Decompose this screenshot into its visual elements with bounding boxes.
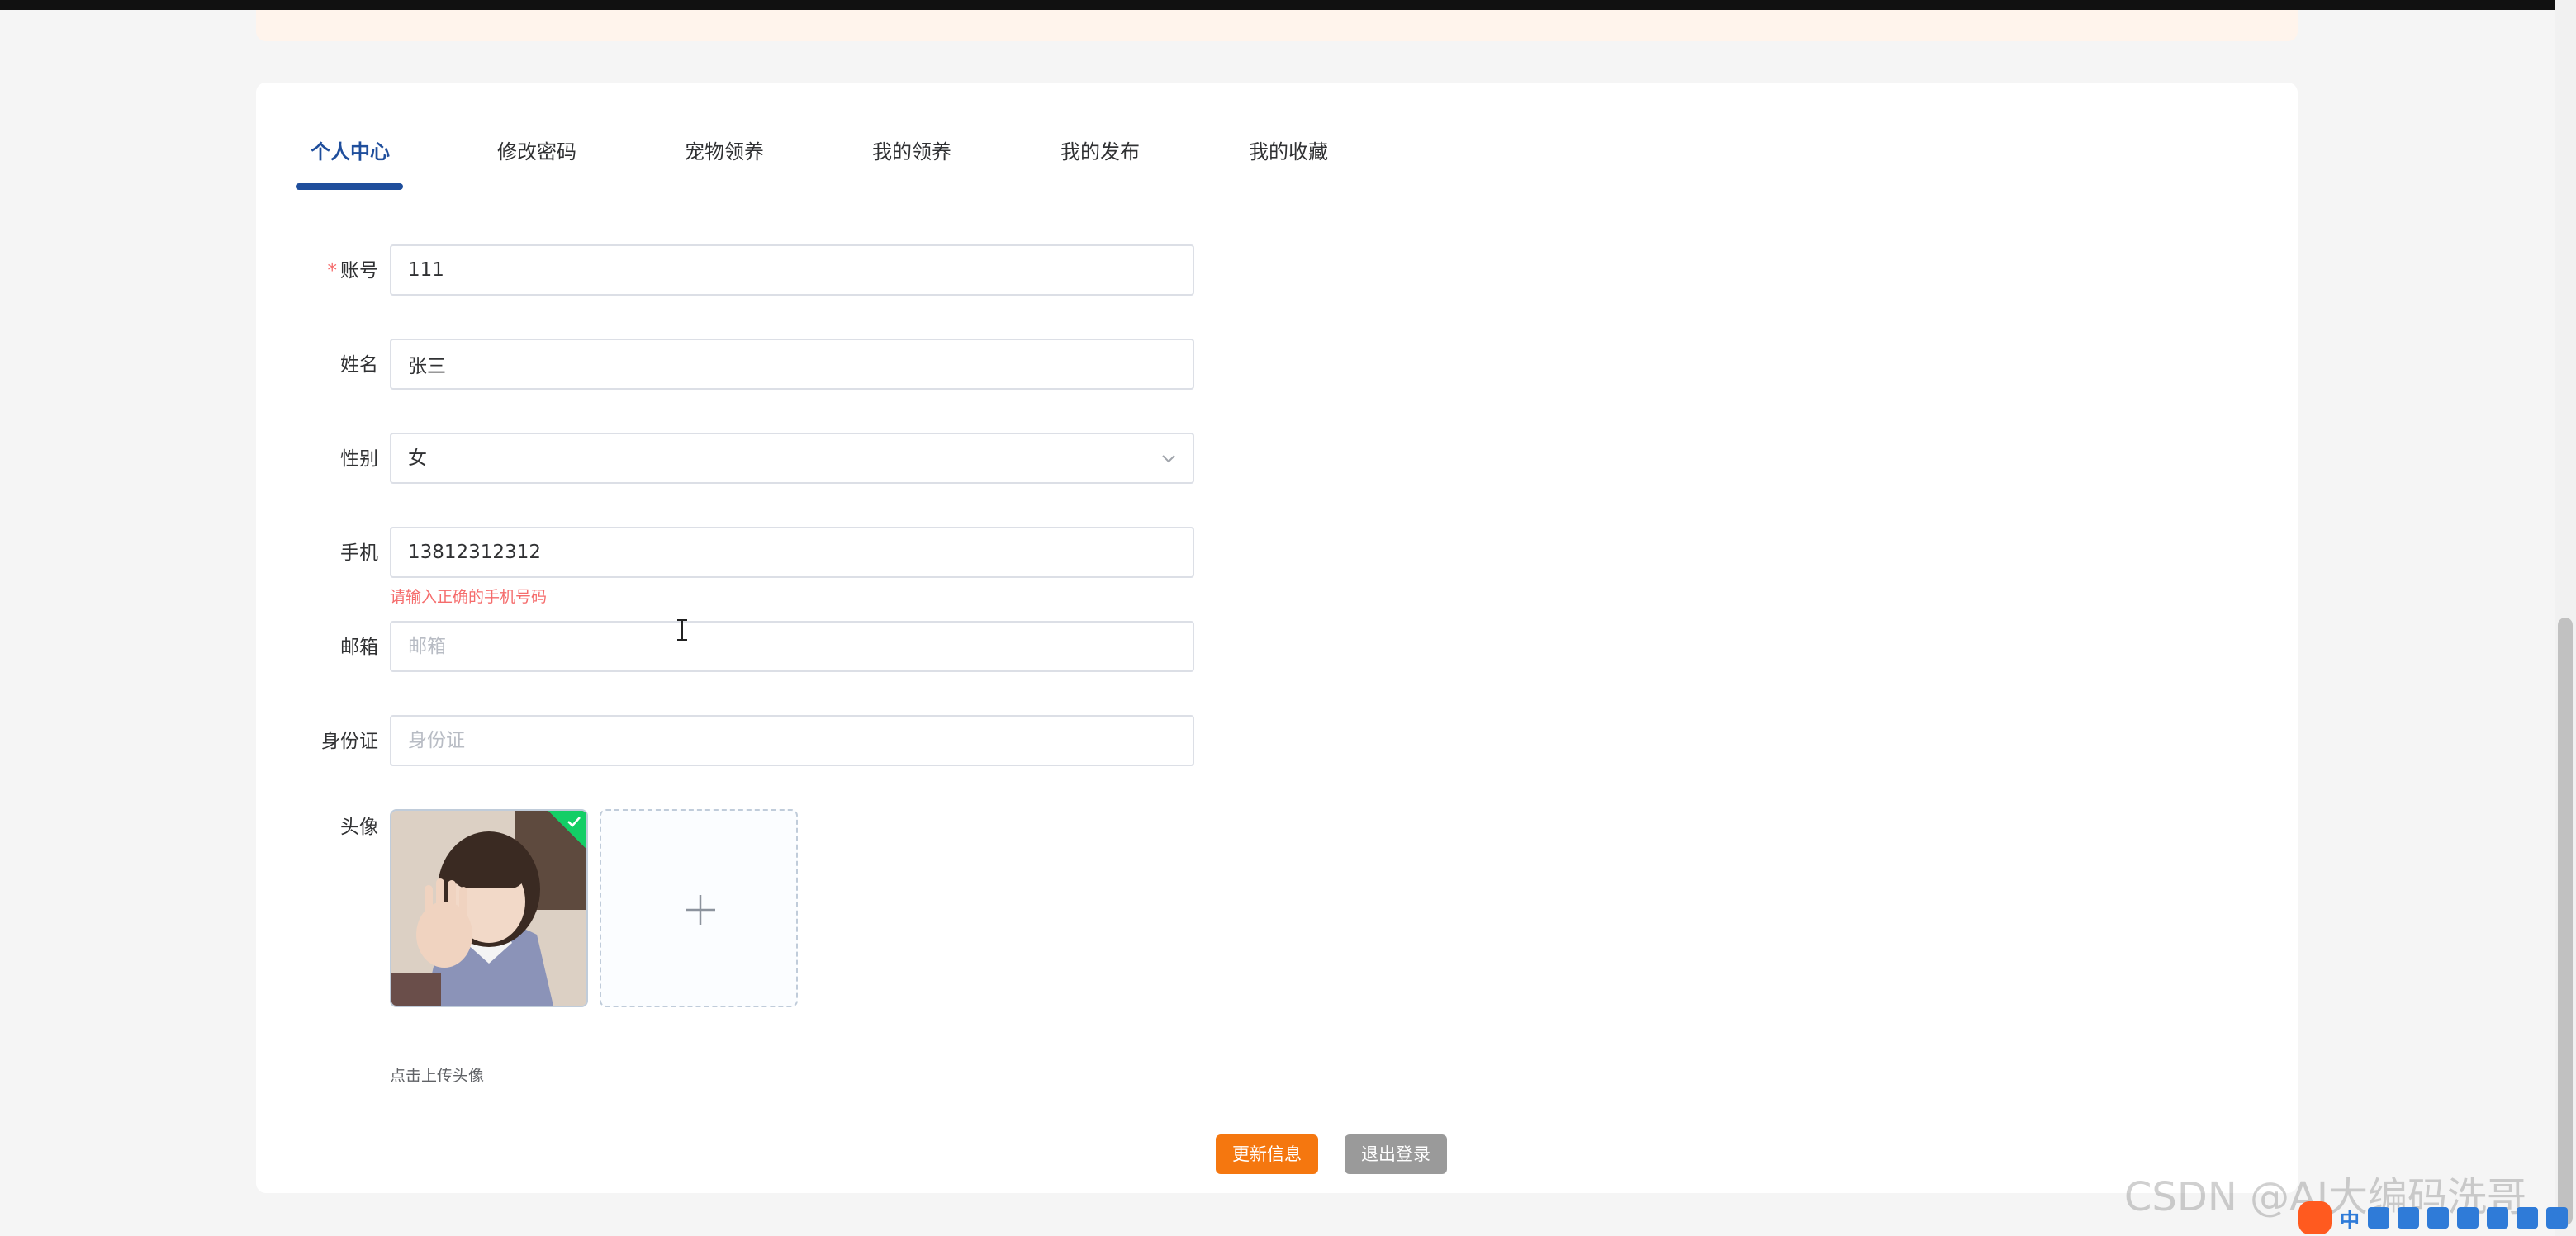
avatar-upload-button[interactable] <box>600 809 798 1007</box>
chevron-down-icon <box>1162 455 1175 463</box>
ime-mode-label[interactable]: 中 <box>2340 1204 2360 1233</box>
page-scrollbar-thumb[interactable] <box>2558 618 2573 1225</box>
avatar-image[interactable] <box>390 809 588 1007</box>
id-card-input[interactable] <box>390 715 1194 766</box>
active-tab-indicator <box>296 183 403 190</box>
sogou-ime-icon[interactable] <box>2298 1201 2332 1234</box>
skin-icon[interactable] <box>2457 1207 2479 1229</box>
account-input[interactable] <box>390 244 1194 296</box>
phone-input[interactable] <box>390 527 1194 578</box>
phone-label: 手机 <box>340 542 378 564</box>
tab-change-password[interactable]: 修改密码 <box>497 134 576 170</box>
keyboard-icon[interactable] <box>2427 1207 2449 1229</box>
gender-label: 性别 <box>340 448 378 470</box>
tab-my-adoptions[interactable]: 我的领养 <box>872 134 951 170</box>
system-tray: 中 <box>2298 1201 2568 1234</box>
phone-error-message: 请输入正确的手机号码 <box>390 588 548 606</box>
update-info-button[interactable]: 更新信息 <box>1216 1134 1318 1174</box>
cloud-icon[interactable] <box>2487 1207 2508 1229</box>
tab-my-favorites[interactable]: 我的收藏 <box>1249 134 1328 170</box>
avatar-label: 头像 <box>340 817 378 838</box>
tab-personal-center[interactable]: 个人中心 <box>311 134 390 170</box>
header-banner-strip <box>256 10 2298 41</box>
tab-pet-adoption[interactable]: 宠物领养 <box>685 134 764 170</box>
email-label: 邮箱 <box>340 637 378 658</box>
logout-button[interactable]: 退出登录 <box>1345 1134 1447 1174</box>
avatar-upload-hint: 点击上传头像 <box>390 1067 485 1085</box>
id-card-label: 身份证 <box>321 731 378 752</box>
microphone-icon[interactable] <box>2398 1207 2419 1229</box>
plus-icon <box>686 895 715 925</box>
gender-select[interactable]: 女 <box>390 433 1194 484</box>
page-scrollbar-track[interactable] <box>2555 0 2576 1236</box>
toolbox-icon[interactable] <box>2517 1207 2538 1229</box>
punctuation-icon[interactable] <box>2368 1207 2389 1229</box>
name-label: 姓名 <box>340 354 378 376</box>
account-label: * 账号 <box>327 260 379 282</box>
check-icon <box>567 817 581 827</box>
required-mark: * <box>327 260 338 282</box>
tab-my-posts[interactable]: 我的发布 <box>1060 134 1140 170</box>
name-input[interactable] <box>390 339 1194 390</box>
email-input[interactable] <box>390 621 1194 672</box>
gender-selected-value: 女 <box>408 448 427 469</box>
browser-top-bar <box>0 0 2576 10</box>
settings-icon[interactable] <box>2546 1207 2568 1229</box>
text-cursor-icon <box>677 619 687 641</box>
